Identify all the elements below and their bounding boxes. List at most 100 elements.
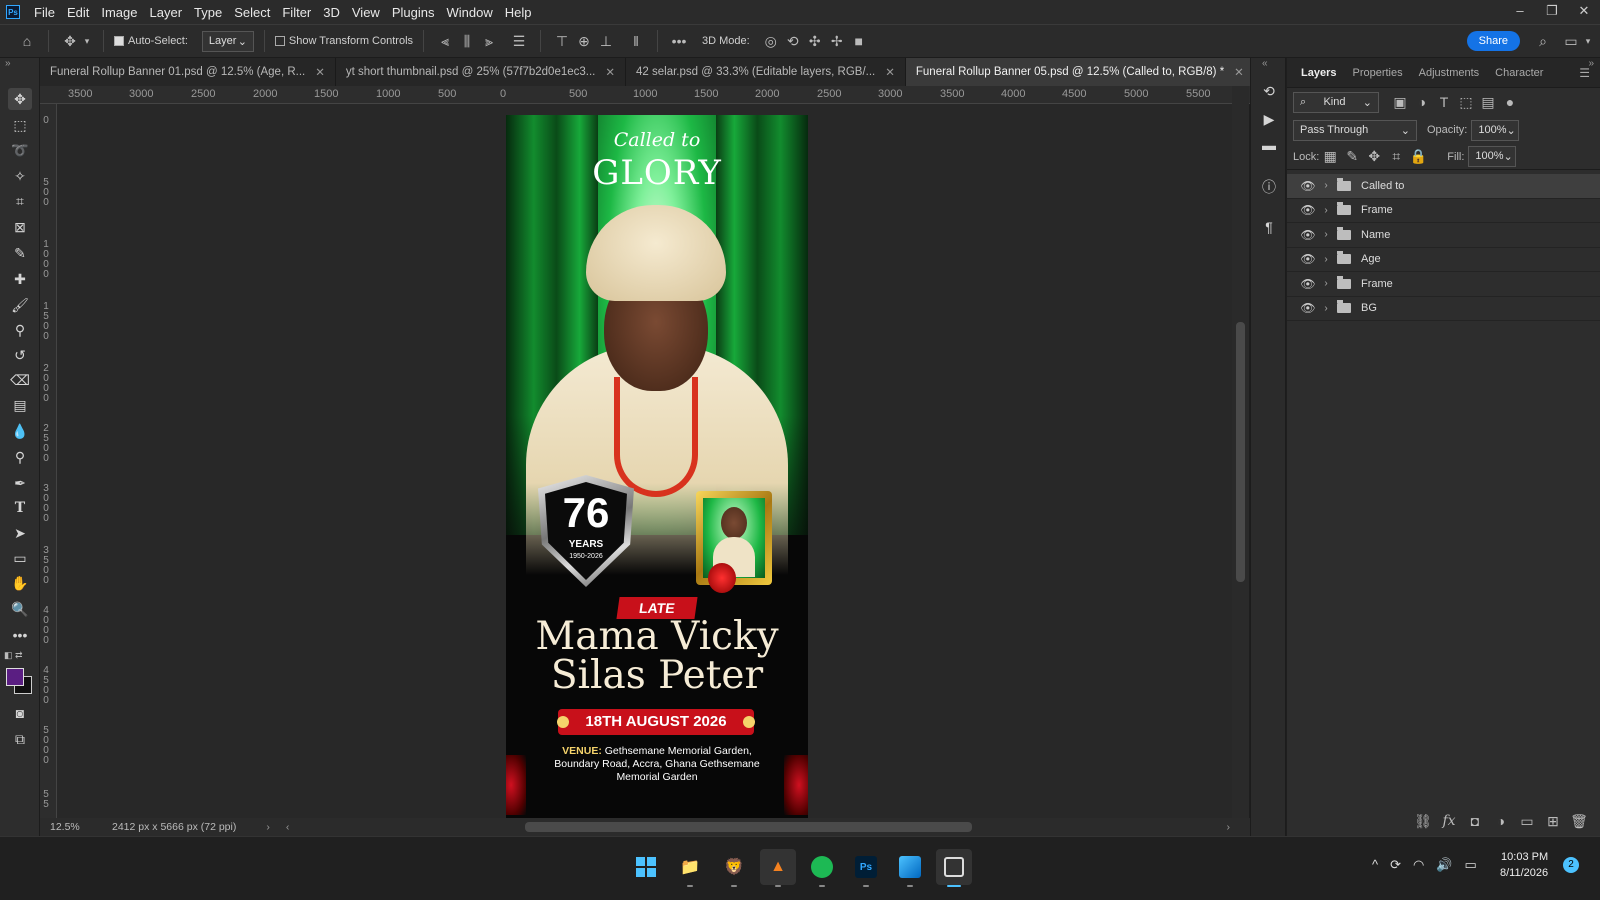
chevron-right-icon[interactable]: › — [1319, 205, 1333, 216]
chevron-up-icon[interactable]: ^ — [1372, 857, 1378, 873]
layer-frame-2[interactable]: 👁 › Frame — [1287, 272, 1600, 297]
chevron-right-icon[interactable]: › — [266, 821, 270, 833]
frame-tool-icon[interactable]: ⊠ — [8, 216, 32, 238]
info-icon[interactable]: ⓘ — [1257, 176, 1281, 198]
delete-layer-icon[interactable]: 🗑 — [1568, 811, 1590, 831]
close-icon[interactable]: ✕ — [1568, 0, 1600, 24]
menu-type[interactable]: Type — [188, 5, 228, 20]
eye-icon[interactable]: 👁 — [1297, 179, 1319, 193]
slide-3d-icon[interactable]: ✢ — [826, 31, 848, 51]
close-icon[interactable]: ✕ — [885, 65, 895, 79]
magic-wand-tool-icon[interactable]: ✧ — [8, 165, 32, 187]
wifi-icon[interactable]: ◠ — [1413, 857, 1424, 873]
menu-edit[interactable]: Edit — [61, 5, 95, 20]
play-actions-icon[interactable]: ▶ — [1257, 108, 1281, 130]
menu-3d[interactable]: 3D — [317, 5, 346, 20]
volume-icon[interactable]: 🔊 — [1436, 857, 1452, 873]
align-left-icon[interactable]: ⫷ — [434, 31, 456, 51]
tab-properties[interactable]: Properties — [1344, 67, 1410, 79]
kind-filter-dropdown[interactable]: ⌕ Kind ⌄ — [1293, 91, 1379, 113]
new-group-icon[interactable]: ▭ — [1516, 811, 1538, 831]
tab-adjustments[interactable]: Adjustments — [1411, 67, 1488, 79]
zoom-tool-icon[interactable]: 🔍 — [8, 598, 32, 620]
path-select-tool-icon[interactable]: ➤ — [8, 522, 32, 544]
windows-start-icon[interactable] — [628, 849, 664, 885]
filter-toggle-icon[interactable]: ● — [1499, 92, 1521, 112]
brush-tool-icon[interactable]: 🖌 — [8, 294, 32, 316]
rectangle-tool-icon[interactable]: ▭ — [8, 547, 32, 569]
blend-mode-dropdown[interactable]: Pass Through ⌄ — [1293, 119, 1417, 141]
tab-character[interactable]: Character — [1487, 67, 1551, 79]
collapse-icon[interactable]: » — [5, 58, 11, 69]
distribute-vertical-icon[interactable]: ‖ — [625, 31, 647, 51]
default-colors-icon[interactable]: ◧ ⇄ — [4, 650, 23, 661]
align-top-icon[interactable]: ⊤ — [551, 31, 573, 51]
share-button[interactable]: Share — [1466, 31, 1520, 51]
type-tool-icon[interactable]: T — [8, 497, 32, 519]
more-options-icon[interactable]: ••• — [668, 31, 690, 51]
foreground-color-swatch[interactable] — [6, 668, 24, 686]
marquee-tool-icon[interactable]: ⬚ — [8, 114, 32, 136]
workspace-icon[interactable]: ▭ — [1560, 31, 1582, 51]
filter-pixel-icon[interactable]: ▣ — [1389, 92, 1411, 112]
menu-filter[interactable]: Filter — [276, 5, 317, 20]
auto-select-toggle[interactable]: Auto-Select: — [114, 35, 188, 47]
menu-view[interactable]: View — [346, 5, 386, 20]
align-middle-icon[interactable]: ⊕ — [573, 31, 595, 51]
orbit-3d-icon[interactable]: ◎ — [760, 31, 782, 51]
chevron-right-icon[interactable]: › — [1319, 254, 1333, 265]
layer-called-to[interactable]: 👁 › Called to — [1287, 174, 1600, 199]
eye-icon[interactable]: 👁 — [1297, 277, 1319, 291]
tab-document-1[interactable]: Funeral Rollup Banner 01.psd @ 12.5% (Ag… — [40, 58, 336, 86]
layer-age[interactable]: 👁 › Age — [1287, 248, 1600, 272]
eye-icon[interactable]: 👁 — [1297, 203, 1319, 217]
vlc-icon[interactable]: ▲ — [760, 849, 796, 887]
tab-document-4[interactable]: Funeral Rollup Banner 05.psd @ 12.5% (Ca… — [905, 58, 1255, 86]
menu-image[interactable]: Image — [95, 5, 143, 20]
dodge-tool-icon[interactable]: ⚲ — [8, 446, 32, 468]
filter-type-icon[interactable]: T — [1433, 92, 1455, 112]
document-canvas[interactable]: Called to GLORY 76 YEARS 1950-2026 LATE … — [506, 115, 808, 824]
sync-icon[interactable]: ⟳ — [1390, 857, 1401, 873]
tab-layers[interactable]: Layers — [1293, 67, 1344, 79]
menu-plugins[interactable]: Plugins — [386, 5, 441, 20]
menu-select[interactable]: Select — [228, 5, 276, 20]
drag-3d-icon[interactable]: ✣ — [804, 31, 826, 51]
lock-transparent-icon[interactable]: ▦ — [1319, 147, 1341, 167]
close-icon[interactable]: ✕ — [315, 65, 325, 79]
history-brush-tool-icon[interactable]: ↺ — [8, 344, 32, 366]
layer-name-group[interactable]: 👁 › Name — [1287, 223, 1600, 248]
align-right-icon[interactable]: ⫸ — [478, 31, 500, 51]
lasso-tool-icon[interactable]: ➰ — [8, 139, 32, 161]
search-icon[interactable]: ⌕ — [1532, 31, 1554, 51]
link-layers-icon[interactable]: ⛓ — [1412, 811, 1434, 831]
eye-icon[interactable]: 👁 — [1297, 228, 1319, 242]
auto-select-checkbox[interactable] — [114, 36, 124, 46]
fx-icon[interactable]: fx — [1438, 811, 1460, 831]
lock-artboard-icon[interactable]: ⌗ — [1385, 147, 1407, 167]
quick-mask-icon[interactable]: ◙ — [8, 702, 32, 724]
lock-all-icon[interactable]: 🔒 — [1407, 147, 1429, 167]
menu-window[interactable]: Window — [440, 5, 498, 20]
roll-3d-icon[interactable]: ⟲ — [782, 31, 804, 51]
opacity-field[interactable]: 100% ⌄ — [1471, 119, 1520, 141]
lock-pixels-icon[interactable]: ✎ — [1341, 147, 1363, 167]
gradient-tool-icon[interactable]: ▤ — [8, 394, 32, 416]
more-tools-icon[interactable]: ••• — [8, 624, 32, 646]
collapse-icon[interactable]: « — [1262, 58, 1268, 69]
vertical-ruler[interactable]: 0 5 0 0 1 0 0 0 1 5 0 0 2 0 0 0 2 5 0 0 3 0 0 … — [40, 104, 57, 818]
close-icon[interactable]: ✕ — [1234, 65, 1244, 79]
pen-tool-icon[interactable]: ✒ — [8, 472, 32, 494]
history-icon[interactable]: ⟲ — [1257, 80, 1281, 102]
horizontal-scrollbar[interactable] — [525, 822, 972, 832]
show-transform-toggle[interactable]: Show Transform Controls — [274, 35, 413, 47]
crop-tool-icon[interactable]: ⌗ — [8, 190, 32, 212]
filter-smart-object-icon[interactable]: ▤ — [1477, 92, 1499, 112]
photoshop-icon[interactable]: Ps — [848, 849, 884, 887]
healing-brush-tool-icon[interactable]: ✚ — [8, 268, 32, 290]
spotify-icon[interactable] — [804, 849, 840, 887]
move-tool-icon[interactable]: ✥ — [8, 88, 32, 110]
new-adjustment-icon[interactable]: ◑ — [1490, 811, 1512, 831]
notification-badge[interactable]: 2 — [1563, 857, 1579, 873]
menu-layer[interactable]: Layer — [144, 5, 189, 20]
